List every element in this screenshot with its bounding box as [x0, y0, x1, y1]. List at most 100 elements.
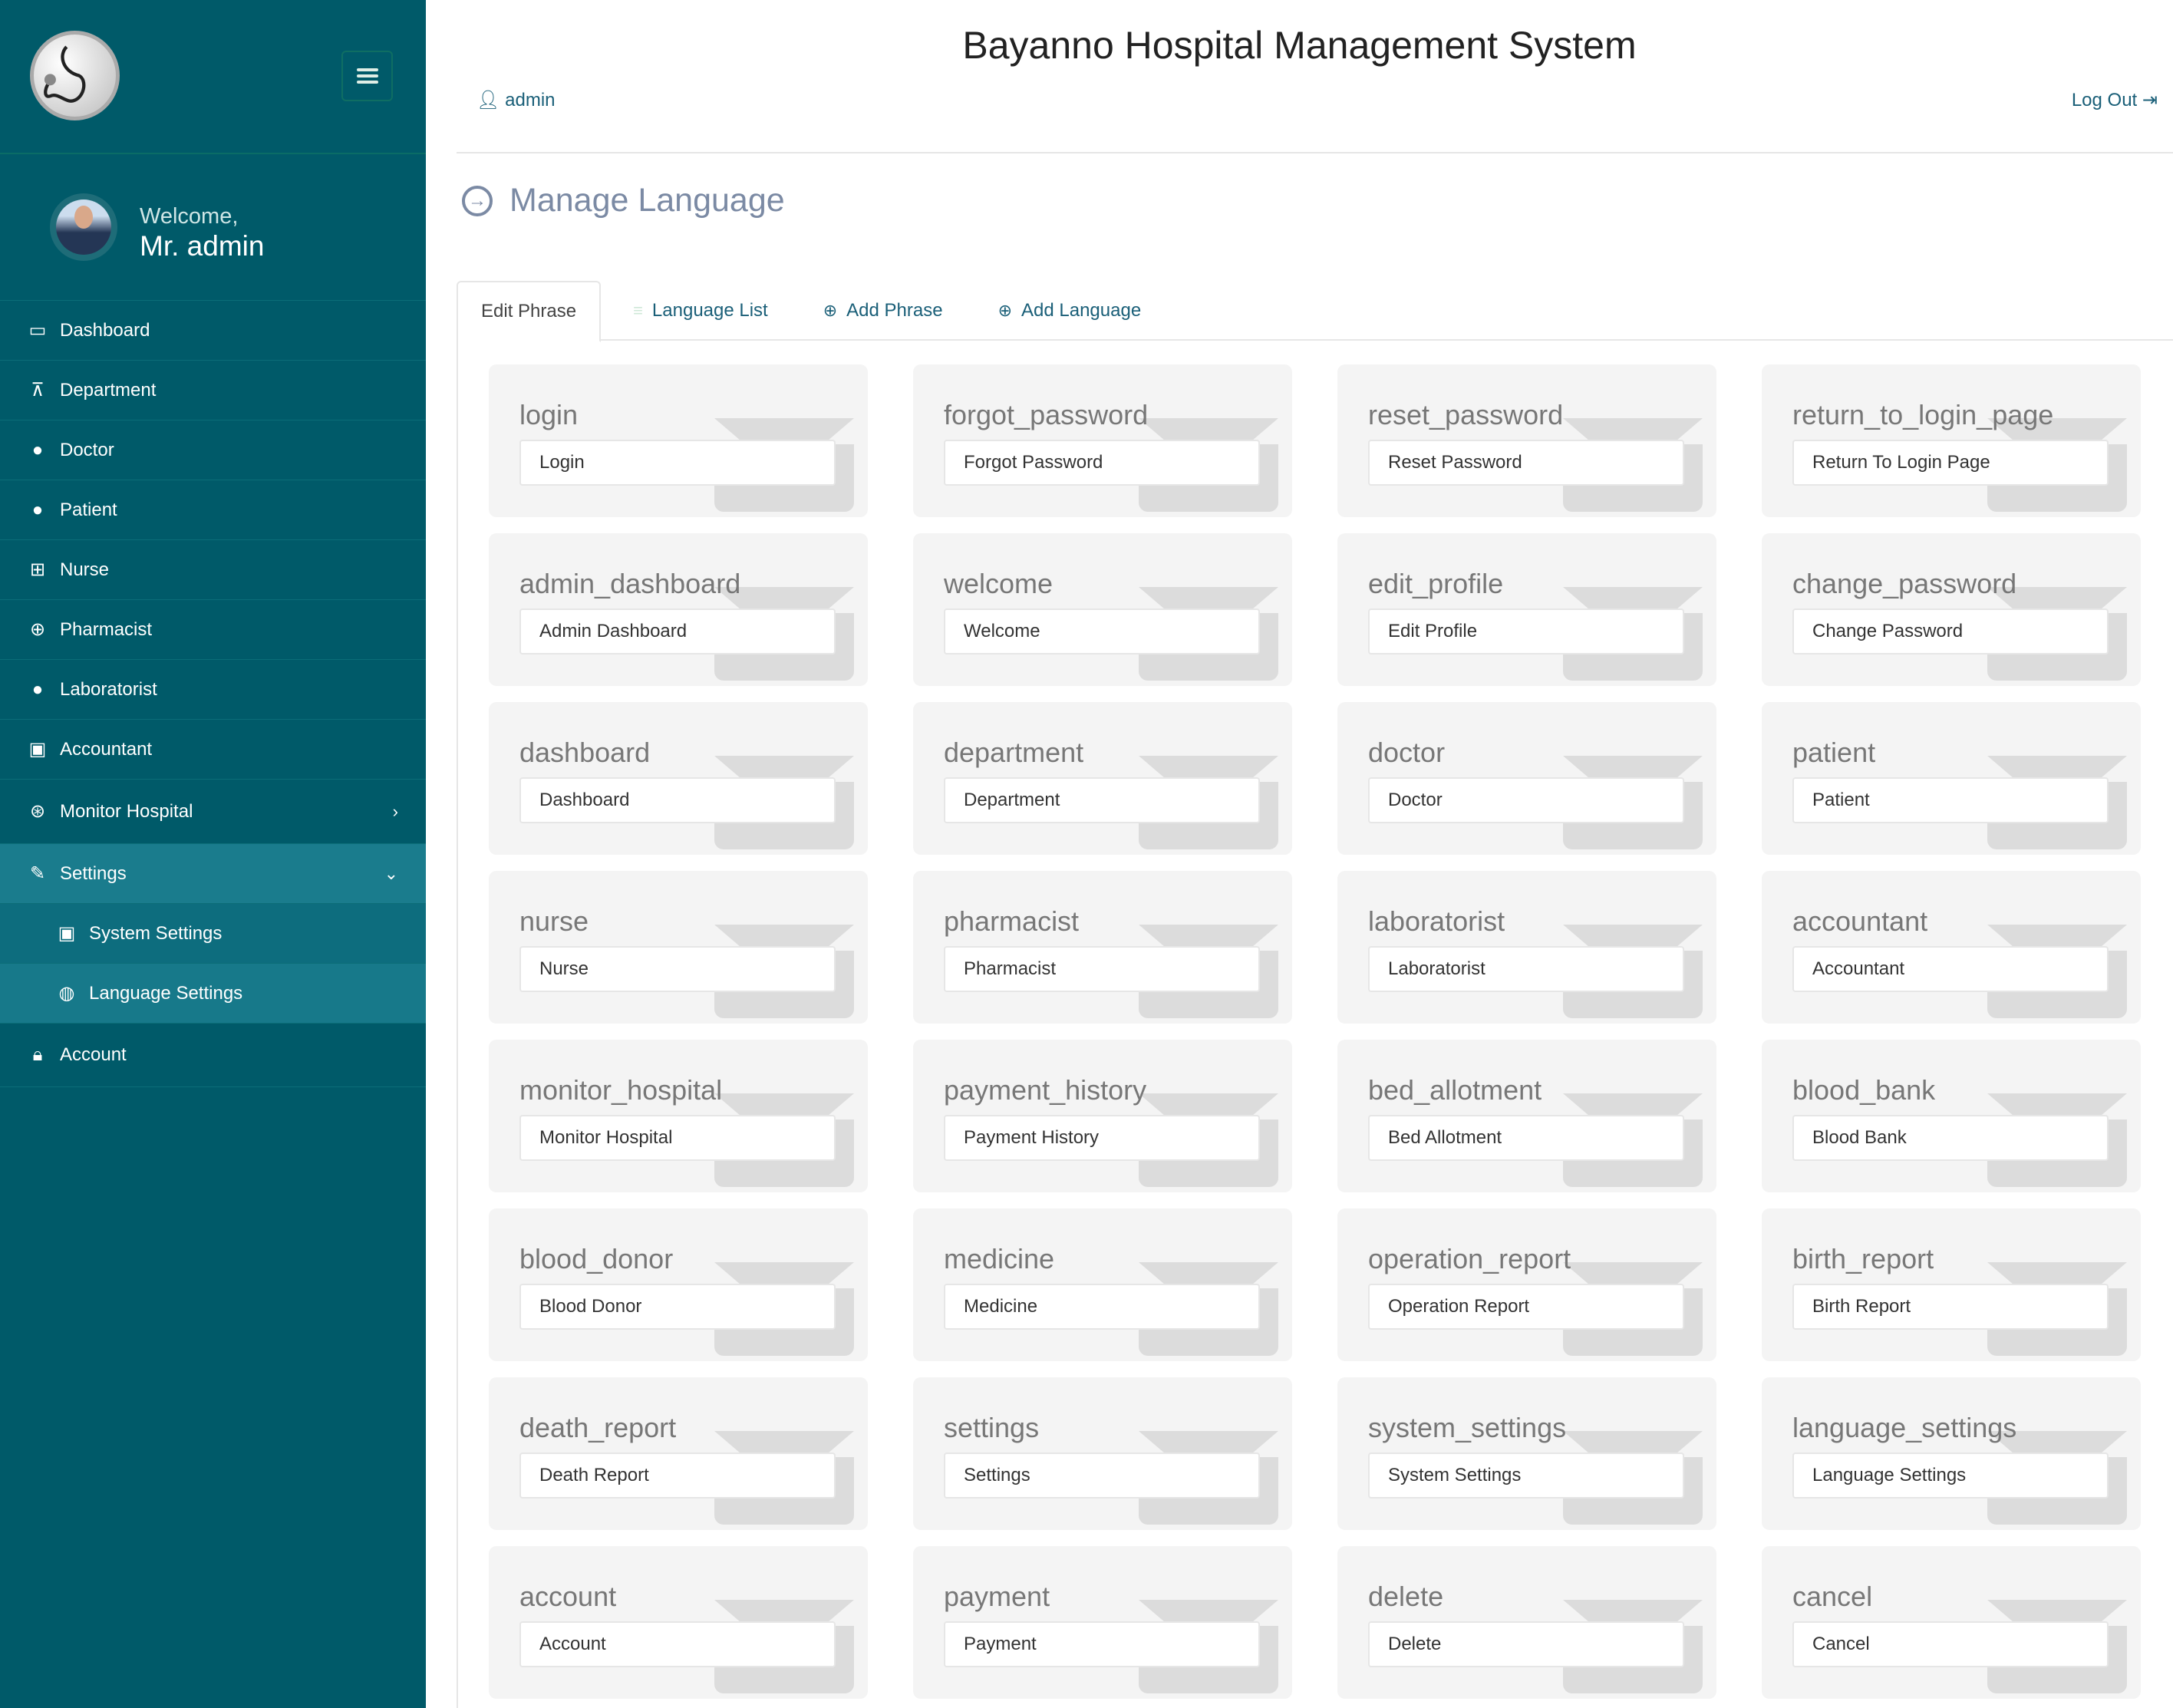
menu-toggle-button[interactable]	[341, 51, 393, 101]
phrase-key: settings	[944, 1412, 1040, 1443]
app-title: Bayanno Hospital Management System	[962, 24, 1637, 67]
sidebar-item-monitor-hospital[interactable]: ⊛ Monitor Hospital ›	[0, 779, 426, 843]
label: Department	[60, 379, 157, 401]
phrase-input[interactable]	[519, 440, 836, 486]
tab-label: Add Phrase	[846, 300, 943, 321]
sidebar-item-nurse[interactable]: ⊞ Nurse	[0, 539, 426, 599]
phrase-input[interactable]	[519, 1284, 836, 1330]
phrase-card: pharmacist	[913, 871, 1292, 1024]
divider	[457, 152, 2173, 153]
phrase-input[interactable]	[519, 777, 836, 823]
label: Accountant	[60, 738, 153, 760]
phrase-card: death_report	[489, 1377, 868, 1530]
tab-language-list[interactable]: ≡ Language List	[610, 281, 791, 341]
phrase-key: system_settings	[1368, 1412, 1567, 1443]
sidebar-item-doctor[interactable]: ● Doctor	[0, 420, 426, 480]
phrase-card: language_settings	[1762, 1377, 2141, 1530]
phrase-input[interactable]	[1368, 1621, 1684, 1667]
phrase-key: bed_allotment	[1368, 1074, 1542, 1106]
phrase-input[interactable]	[944, 946, 1260, 992]
page-heading: Manage Language	[509, 182, 785, 219]
page-title: → Manage Language	[462, 182, 785, 219]
sign-out-icon: ⇥	[2137, 90, 2158, 110]
phrase-card: bed_allotment	[1337, 1040, 1716, 1192]
phrase-card: return_to_login_page	[1762, 364, 2141, 517]
sidebar-item-department[interactable]: ⊼ Department	[0, 360, 426, 420]
phrase-input[interactable]	[944, 1115, 1260, 1161]
sidebar-item-account[interactable]: 🔒︎ Account	[0, 1023, 426, 1087]
phrase-card: dashboard	[489, 702, 868, 855]
phrase-card: delete	[1337, 1546, 1716, 1699]
label: Laboratorist	[60, 678, 157, 700]
phrase-key: admin_dashboard	[519, 568, 741, 599]
phrase-input[interactable]	[519, 946, 836, 992]
phrase-input[interactable]	[944, 777, 1260, 823]
logout-label: Log Out	[2071, 90, 2138, 110]
phrase-key: login	[519, 399, 579, 430]
medkit-icon: ⊕	[29, 619, 46, 640]
phrase-key: operation_report	[1368, 1243, 1571, 1274]
phrase-key: delete	[1368, 1581, 1444, 1612]
logout-link[interactable]: Log Out ⇥	[2072, 89, 2158, 111]
phrase-input[interactable]	[1368, 946, 1684, 992]
phrase-input[interactable]	[519, 608, 836, 655]
money-icon: ▣	[28, 739, 47, 760]
phrase-input[interactable]	[519, 1115, 836, 1161]
phrase-input[interactable]	[519, 1621, 836, 1667]
phrase-input[interactable]	[1792, 608, 2109, 655]
stethoscope-logo[interactable]	[30, 31, 120, 120]
phrase-input[interactable]	[1368, 777, 1684, 823]
phrase-input[interactable]	[944, 1452, 1260, 1499]
sidebar-item-laboratorist[interactable]: ● Laboratorist	[0, 659, 426, 719]
tab-label: Language List	[651, 300, 768, 321]
phrase-input[interactable]	[1792, 1621, 2109, 1667]
label: Doctor	[60, 439, 114, 460]
sidebar-item-language-settings[interactable]: ◍ Language Settings	[0, 963, 426, 1023]
phrase-input[interactable]	[944, 440, 1260, 486]
phrase-input[interactable]	[1368, 1284, 1684, 1330]
sidebar-item-pharmacist[interactable]: ⊕ Pharmacist	[0, 599, 426, 659]
label: Patient	[60, 499, 117, 520]
phrase-input[interactable]	[1368, 1115, 1684, 1161]
user-link[interactable]: 👤︎ admin	[476, 89, 556, 111]
label: Account	[60, 1044, 127, 1065]
phrase-key: reset_password	[1368, 399, 1564, 430]
sidebar-item-settings[interactable]: ✎ Settings ⌄	[0, 843, 426, 903]
phrase-key: edit_profile	[1368, 568, 1504, 599]
phrase-input[interactable]	[1368, 608, 1684, 655]
tab-add-phrase[interactable]: ⊕ Add Phrase	[800, 281, 966, 341]
phrase-key: monitor_hospital	[519, 1074, 723, 1106]
tab-add-language[interactable]: ⊕ Add Language	[975, 281, 1165, 341]
phrase-card: cancel	[1762, 1546, 2141, 1699]
arrow-circle-right-icon: →	[462, 185, 493, 216]
phrase-input[interactable]	[1792, 946, 2109, 992]
phrase-card: nurse	[489, 871, 868, 1024]
phrase-key: payment	[944, 1581, 1050, 1612]
sidebar-item-dashboard[interactable]: ▭ Dashboard	[0, 300, 426, 360]
plus-circle-icon: ⊕	[997, 301, 1013, 320]
phrase-input[interactable]	[944, 1621, 1260, 1667]
phrase-input[interactable]	[944, 1284, 1260, 1330]
phrase-input[interactable]	[944, 608, 1260, 655]
phrase-input[interactable]	[1792, 777, 2109, 823]
phrase-card: doctor	[1337, 702, 1716, 855]
sidebar-item-system-settings[interactable]: ▣ System Settings	[0, 903, 426, 963]
phrase-input[interactable]	[1792, 1284, 2109, 1330]
sidebar-item-patient[interactable]: ● Patient	[0, 480, 426, 539]
label: System Settings	[89, 922, 223, 944]
phrase-card: admin_dashboard	[489, 533, 868, 686]
tab-edit-phrase[interactable]: Edit Phrase	[457, 281, 602, 342]
phrase-input[interactable]	[1368, 1452, 1684, 1499]
phrase-key: birth_report	[1792, 1243, 1934, 1274]
phrase-input[interactable]	[519, 1452, 836, 1499]
phrase-key: return_to_login_page	[1792, 399, 2054, 430]
sidebar-item-accountant[interactable]: ▣ Accountant	[0, 719, 426, 779]
phrase-input[interactable]	[1368, 440, 1684, 486]
phrase-input[interactable]	[1792, 1115, 2109, 1161]
phrase-card: welcome	[913, 533, 1292, 686]
phrase-input[interactable]	[1792, 440, 2109, 486]
label: Language Settings	[89, 982, 243, 1004]
phrase-key: department	[944, 737, 1084, 768]
phrase-input[interactable]	[1792, 1452, 2109, 1499]
label: Monitor Hospital	[60, 800, 193, 822]
